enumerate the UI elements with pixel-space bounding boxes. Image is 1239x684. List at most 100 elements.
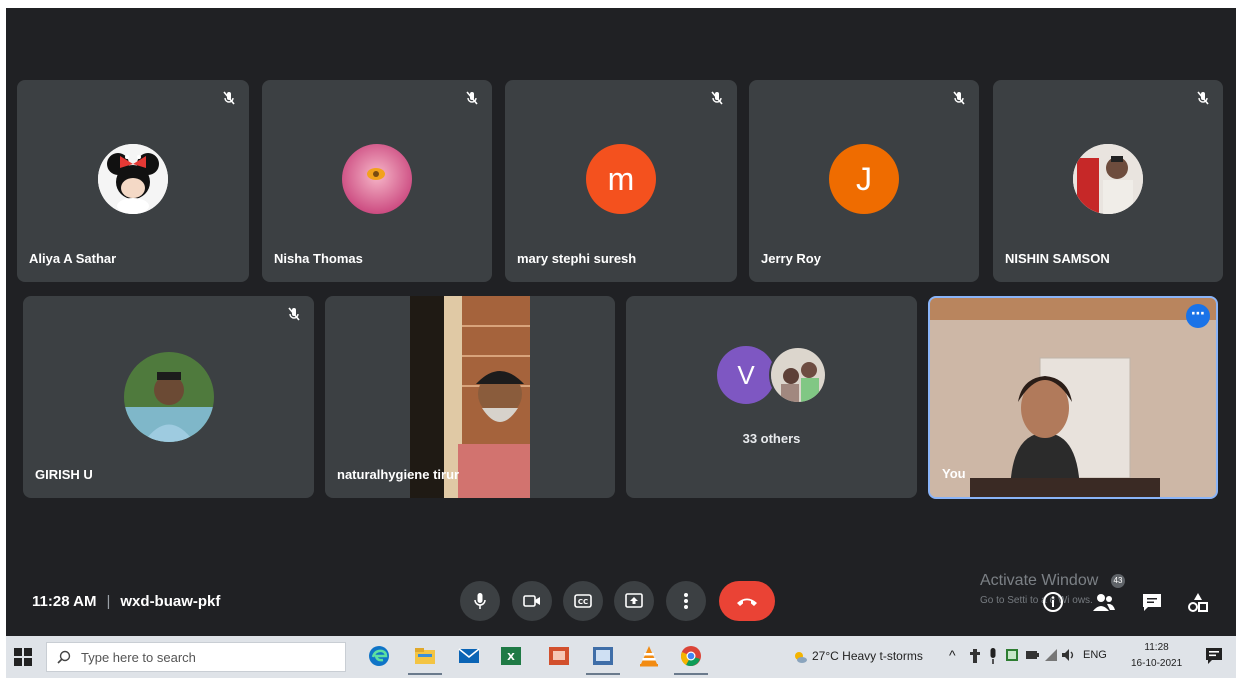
leave-call-button[interactable] (719, 581, 775, 621)
more-vert-icon (684, 593, 688, 609)
avatar-group-photo (769, 346, 827, 404)
camera-button[interactable] (512, 581, 552, 621)
windows-taskbar: X 27°C Heavy t-storms ^ ENG 11:28 16-10-… (6, 636, 1236, 678)
present-button[interactable] (614, 581, 654, 621)
cc-icon: CC (574, 594, 592, 608)
avatar-minnie-mouse (98, 144, 168, 214)
search-input[interactable] (81, 649, 321, 665)
clock-date: 16-10-2021 (1131, 658, 1183, 669)
taskbar-app-window[interactable] (586, 643, 620, 675)
taskbar-file-explorer[interactable] (408, 643, 442, 675)
powerpoint-icon (549, 647, 569, 665)
activate-windows-watermark: Activate Window (980, 572, 1099, 589)
mic-off-icon (711, 91, 723, 105)
avatar-letter: m (586, 144, 656, 214)
others-count-label: 33 others (742, 431, 801, 446)
tray-chevron-icon[interactable]: ^ (949, 647, 956, 663)
mail-icon (458, 648, 480, 663)
windows-start-icon[interactable] (14, 648, 32, 666)
taskbar-mail[interactable] (456, 643, 482, 669)
chat-icon (1143, 594, 1161, 611)
mic-off-icon (466, 91, 478, 105)
meet-window: Aliya A Sathar Nisha Thomas m mary steph… (6, 8, 1236, 636)
self-video-tile[interactable]: ⋯ You (928, 296, 1218, 499)
mic-off-icon (1197, 91, 1209, 105)
avatar-flower (342, 144, 412, 214)
taskbar-clock[interactable]: 11:28 16-10-2021 (1131, 640, 1182, 672)
participant-name: Nisha Thomas (274, 251, 363, 266)
taskbar-search[interactable] (46, 642, 346, 672)
chat-button[interactable] (1140, 590, 1164, 614)
people-button[interactable] (1092, 590, 1116, 614)
microphone-button[interactable] (460, 581, 500, 621)
taskbar-powerpoint[interactable] (546, 643, 572, 669)
tray-battery-icon[interactable] (1025, 650, 1039, 660)
more-options-icon[interactable]: ⋯ (1186, 304, 1210, 328)
tray-usb-icon[interactable] (969, 648, 981, 664)
participant-tile-mary[interactable]: m mary stephi suresh (505, 80, 737, 282)
weather-text[interactable]: 27°C Heavy t-storms (812, 649, 923, 663)
meeting-info: 11:28 AM | wxd-buaw-pkf (32, 593, 220, 610)
tray-network-icon[interactable] (1044, 648, 1058, 662)
activities-button[interactable] (1186, 590, 1210, 614)
tray-app-icon[interactable] (1005, 648, 1019, 662)
mic-off-icon (223, 91, 235, 105)
svg-text:CC: CC (578, 598, 588, 606)
excel-icon: X (501, 647, 521, 665)
participant-name: mary stephi suresh (517, 251, 637, 266)
others-tile[interactable]: V 33 others (626, 296, 917, 498)
activate-windows-subtext: Go to Setti to a e Wi ows. (980, 595, 1093, 606)
participant-name: naturalhygiene tirur (337, 467, 460, 482)
notification-icon[interactable] (1204, 646, 1224, 666)
avatar-letter: V (717, 346, 775, 404)
bottom-margin (0, 678, 1239, 684)
chrome-icon (681, 646, 701, 667)
meeting-details-button[interactable] (1041, 590, 1065, 614)
more-options-button[interactable] (666, 581, 706, 621)
clock-time: 11:28 (1144, 642, 1169, 653)
present-icon (625, 593, 643, 608)
tray-mic-icon[interactable] (988, 647, 998, 665)
meeting-time: 11:28 AM (32, 593, 97, 610)
participant-tile-aliya[interactable]: Aliya A Sathar (17, 80, 249, 282)
search-icon (57, 650, 71, 664)
svg-text:X: X (507, 652, 515, 663)
weather-icon[interactable] (792, 649, 808, 665)
mic-off-icon (953, 91, 965, 105)
avatar-letter: J (829, 144, 899, 214)
edge-icon (369, 646, 389, 666)
avatar-person-photo (1073, 144, 1143, 214)
taskbar-excel[interactable]: X (498, 643, 524, 669)
camera-icon (523, 595, 540, 607)
info-icon (1043, 592, 1063, 612)
captions-button[interactable]: CC (563, 581, 603, 621)
avatar-person-photo (124, 352, 214, 442)
mic-icon (474, 593, 486, 609)
meeting-code: wxd-buaw-pkf (120, 593, 221, 610)
vlc-icon (640, 646, 658, 667)
participant-tile-jerry[interactable]: J Jerry Roy (749, 80, 979, 282)
taskbar-chrome[interactable] (674, 643, 708, 675)
people-count-badge: 43 (1111, 574, 1125, 588)
participant-name: You (942, 466, 966, 481)
call-end-icon (737, 598, 757, 606)
participant-name: Aliya A Sathar (29, 251, 117, 266)
participant-tile-girish[interactable]: GIRISH U (23, 296, 314, 498)
mic-off-icon (288, 307, 300, 321)
top-margin (0, 0, 1239, 8)
separator: | (106, 593, 111, 610)
self-video (930, 298, 1216, 497)
taskbar-edge[interactable] (366, 643, 392, 669)
activities-icon (1188, 593, 1208, 612)
language-indicator[interactable]: ENG (1083, 649, 1107, 661)
participant-name: GIRISH U (35, 467, 93, 482)
taskbar-vlc[interactable] (636, 643, 662, 669)
participant-tile-nisha[interactable]: Nisha Thomas (262, 80, 492, 282)
participant-tile-naturalhygiene[interactable]: naturalhygiene tirur (325, 296, 615, 498)
participant-name: Jerry Roy (761, 251, 821, 266)
participant-tile-nishin[interactable]: NISHIN SAMSON (993, 80, 1223, 282)
vlc-alt-icon (593, 647, 613, 665)
file-explorer-icon (415, 648, 435, 664)
tray-volume-icon[interactable] (1061, 648, 1077, 662)
people-icon (1093, 594, 1115, 611)
